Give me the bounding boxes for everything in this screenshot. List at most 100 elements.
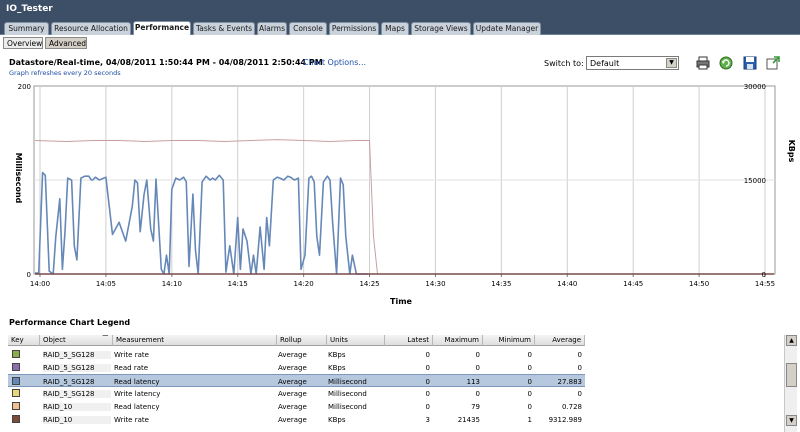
x-tick-label: 14:20 [294,280,314,288]
x-tick-label: 14:00 [30,280,50,288]
legend-row[interactable]: RAID_10 Write rate Average KBps 3 21435 1 9312.… [8,413,585,426]
x-tick-label: 14:50 [689,280,709,288]
legend-cell-maximum: 0 [475,364,480,372]
legend-cell-latest: 0 [425,403,430,411]
print-icon[interactable] [695,55,711,71]
col-header-maximum[interactable]: Maximum [433,335,483,346]
save-icon[interactable] [742,55,758,71]
popout-chart-icon[interactable] [765,55,781,71]
subtab-overview[interactable]: Overview [3,37,43,49]
y-tick-label-right: 0 [762,271,766,279]
col-header-latest[interactable]: Latest [385,335,433,346]
y-axis-label-right: KBps [787,140,796,163]
col-header-minimum[interactable]: Minimum [483,335,535,346]
x-tick-label: 14:35 [491,280,511,288]
legend-cell-measurement: Write rate [114,416,149,424]
legend-cell-latest: 3 [425,416,430,424]
col-header-measurement[interactable]: Measurement [113,335,277,346]
refresh-icon[interactable] [718,55,734,71]
tab-storage-views[interactable]: Storage Views [411,22,471,35]
x-tick-label: 14:10 [162,280,182,288]
legend-cell-rollup: Average [278,403,307,411]
subtab-advanced[interactable]: Advanced [45,37,87,49]
legend-cell-average: 0 [577,390,582,398]
scroll-thumb[interactable] [786,363,797,387]
chart-options-link[interactable]: Chart Options... [303,58,366,67]
legend-title: Performance Chart Legend [9,318,131,327]
legend-cell-minimum: 1 [527,416,532,424]
tab-strip: Summary Resource Allocation Performance … [0,20,800,35]
x-tick-label: 14:45 [623,280,643,288]
col-header-key[interactable]: Key [8,335,40,346]
legend-cell-minimum: 0 [527,378,532,386]
legend-row[interactable]: RAID_5_SG128 Write latency Average Millisec… [8,387,585,400]
y-tick-label-left: 200 [18,83,31,91]
legend-cell-rollup: Average [278,416,307,424]
legend-row[interactable]: RAID_5_SG128 Read latency Average Milliseco… [8,374,585,387]
legend-cell-maximum: 0 [475,390,480,398]
tab-tasks-events[interactable]: Tasks & Events [193,22,255,35]
tab-summary[interactable]: Summary [4,22,49,35]
x-tick-label: 14:05 [96,280,116,288]
col-header-average[interactable]: Average [535,335,585,346]
legend-cell-units: Millisecond [328,403,367,411]
chevron-down-icon: ▼ [666,58,677,68]
legend-cell-rollup: Average [278,364,307,372]
legend-cell-average: 0 [577,351,582,359]
window-title: IO_Tester [0,0,800,20]
legend-cell-units: KBps [328,416,346,424]
legend-row[interactable]: RAID_5_SG128 Read rate Average KBps 0 0 0 0 [8,361,585,374]
legend-cell-average: 0.728 [561,403,582,411]
legend-cell-average: 27.883 [557,378,583,386]
legend-cell-latest: 0 [425,351,430,359]
tab-console[interactable]: Console [289,22,327,35]
legend-cell-rollup: Average [278,378,307,386]
legend-cell-minimum: 0 [527,364,532,372]
tab-update-manager[interactable]: Update Manager [473,22,541,35]
x-tick-label: 14:25 [359,280,379,288]
y-tick-label-left: 0 [27,271,31,279]
legend-cell-object: RAID_5_SG128 [43,378,95,386]
tab-permissions[interactable]: Permissions [329,22,379,35]
legend-cell-latest: 0 [425,378,430,386]
legend-cell-maximum: 0 [475,351,480,359]
legend-row[interactable]: RAID_5_SG128 Write rate Average KBps 0 0 0 0 [8,348,585,361]
switch-to-select[interactable]: Default ▼ [586,56,679,70]
scroll-down-icon[interactable]: ▼ [786,415,797,426]
tab-performance[interactable]: Performance [133,21,191,35]
legend-cell-units: KBps [328,364,346,372]
col-header-object[interactable]: Object ▔ [40,335,113,346]
tab-alarms[interactable]: Alarms [257,22,287,35]
legend-color-swatch [12,350,20,358]
tab-resource-allocation[interactable]: Resource Allocation [51,22,131,35]
x-tick-label: 14:55 [755,280,775,288]
legend-cell-measurement: Read rate [114,364,149,372]
legend-row[interactable]: RAID_10 Read latency Average Millisecond 0 79… [8,400,585,413]
y-axis-label-left: Millisecond [14,153,23,204]
y-tick-label-right: 15000 [744,177,766,185]
legend-color-swatch [12,415,20,423]
legend-cell-object: RAID_5_SG128 [43,351,111,359]
col-header-units[interactable]: Units [327,335,385,346]
scroll-up-icon[interactable]: ▲ [786,335,797,346]
legend-cell-latest: 0 [425,390,430,398]
legend-cell-maximum: 21435 [457,416,480,424]
legend-color-swatch [12,389,20,397]
legend-cell-minimum: 0 [527,351,532,359]
legend-cell-rollup: Average [278,351,307,359]
col-header-rollup[interactable]: Rollup [277,335,327,346]
legend-cell-maximum: 113 [466,378,480,386]
legend-cell-units: Millisecond [328,378,367,386]
switch-to-label: Switch to: [544,59,584,68]
sort-arrow-icon: ▔ [102,335,108,343]
x-tick-label: 14:15 [228,280,248,288]
legend-cell-object: RAID_10 [43,403,111,411]
legend-cell-measurement: Write latency [114,390,161,398]
x-tick-label: 14:40 [557,280,577,288]
legend-color-swatch [12,377,20,385]
legend-cell-minimum: 0 [527,403,532,411]
legend-scrollbar[interactable]: ▲ ▼ [784,335,797,432]
legend-cell-minimum: 0 [527,390,532,398]
tab-maps[interactable]: Maps [381,22,409,35]
legend-cell-measurement: Write rate [114,351,149,359]
